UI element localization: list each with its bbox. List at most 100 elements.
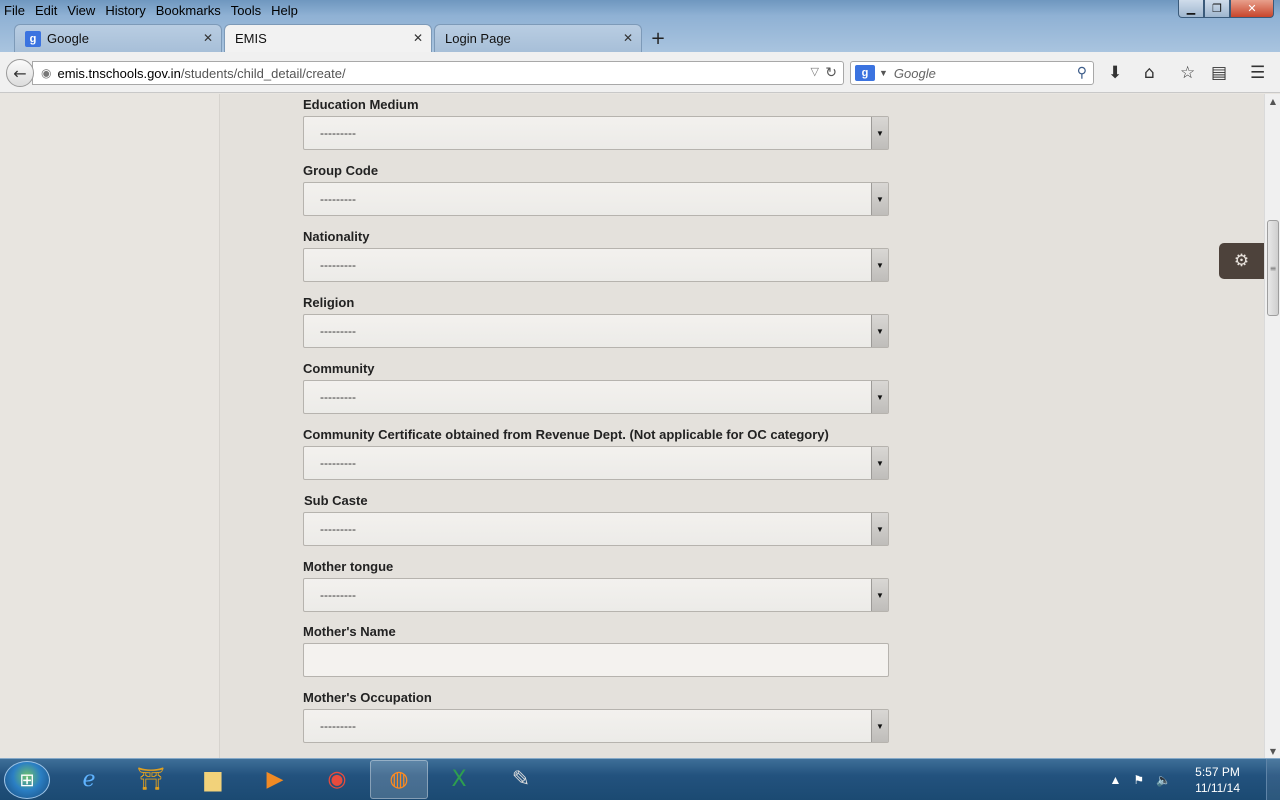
chevron-down-icon[interactable]: ▼ (871, 579, 888, 611)
clock[interactable]: 5:57 PM 11/11/14 (1195, 764, 1240, 796)
menu-edit[interactable]: Edit (35, 3, 57, 18)
chevron-down-icon[interactable]: ▼ (871, 447, 888, 479)
firefox-icon[interactable]: ◍ (370, 760, 428, 799)
hamburger-menu-icon[interactable]: ☰ (1250, 63, 1265, 83)
field-label: Nationality (303, 229, 370, 244)
chevron-down-icon[interactable]: ▼ (871, 710, 888, 742)
scrollbar-thumb[interactable]: ≡ (1267, 220, 1279, 316)
search-engine-icon[interactable]: g (855, 65, 875, 81)
volume-icon[interactable]: 🔈 (1156, 773, 1171, 787)
search-engine-dropdown-icon[interactable]: ▼ (879, 68, 888, 78)
tab-label: EMIS (235, 31, 267, 46)
religion-select[interactable]: --------- ▼ (303, 314, 889, 348)
field-education-medium: Education Medium --------- ▼ (303, 98, 889, 150)
scroll-down-icon[interactable]: ▼ (1265, 744, 1280, 758)
search-bar[interactable]: g ▼ Google ⚲ (850, 61, 1094, 85)
action-center-icon[interactable]: ⚑ (1133, 773, 1144, 787)
select-value: --------- (320, 522, 356, 536)
scroll-up-icon[interactable]: ▲ (1265, 94, 1280, 108)
google-favicon-icon: g (25, 30, 41, 47)
menu-help[interactable]: Help (271, 3, 298, 18)
url-path: /students/child_detail/create/ (180, 65, 346, 81)
show-desktop-button[interactable] (1266, 759, 1280, 800)
media-player-icon[interactable]: ▶ (246, 760, 304, 799)
site-identity-icon[interactable]: ◉ (41, 66, 51, 80)
chevron-down-icon[interactable]: ▼ (871, 381, 888, 413)
select-value: --------- (320, 192, 356, 206)
mother-tongue-select[interactable]: --------- ▼ (303, 578, 889, 612)
chevron-down-icon[interactable]: ▼ (871, 513, 888, 545)
chevron-down-icon[interactable]: ▼ (871, 183, 888, 215)
url-history-dropdown-icon[interactable]: ▽ (811, 65, 819, 78)
back-button[interactable]: ← (6, 59, 34, 87)
close-tab-icon[interactable]: ✕ (203, 31, 213, 45)
internet-explorer-icon[interactable]: ℯ (60, 760, 118, 799)
select-value: --------- (320, 324, 356, 338)
sub-caste-select[interactable]: --------- ▼ (303, 512, 889, 546)
search-icon[interactable]: ⚲ (1077, 64, 1087, 81)
system-tray: ▲ ⚑ 🔈 5:57 PM 11/11/14 (1103, 759, 1280, 800)
settings-button[interactable]: ⚙ (1219, 243, 1264, 279)
tab-login-page[interactable]: Login Page ✕ (434, 24, 642, 52)
bookmarks-menu-icon[interactable]: ▤ (1211, 63, 1227, 83)
reload-icon[interactable]: ↻ (825, 64, 837, 81)
group-code-select[interactable]: --------- ▼ (303, 182, 889, 216)
home-icon[interactable]: ⌂ (1144, 63, 1155, 83)
community-certificate-select[interactable]: --------- ▼ (303, 446, 889, 480)
windows-taskbar: ⊞ ℯ ⛩ ▆ ▶ ◉ ◍ X ✎ ▲ ⚑ 🔈 5:57 PM 11/11/14 (0, 758, 1280, 800)
tab-google[interactable]: g Google ✕ (14, 24, 222, 52)
minimize-button[interactable]: ▁ (1178, 0, 1204, 18)
menu-bookmarks[interactable]: Bookmarks (156, 3, 221, 18)
field-label: Community (303, 361, 375, 376)
field-label: Mother's Occupation (303, 690, 432, 705)
mothers-name-input[interactable] (303, 643, 889, 677)
url-domain: emis.tnschools.gov.in (57, 65, 181, 81)
tab-strip: g Google ✕ EMIS ✕ Login Page ✕ + (14, 24, 672, 52)
close-tab-icon[interactable]: ✕ (623, 31, 633, 45)
tn-emblem-icon[interactable]: ⛩ (122, 760, 180, 799)
menu-bar: File Edit View History Bookmarks Tools H… (0, 0, 308, 20)
chevron-down-icon[interactable]: ▼ (871, 249, 888, 281)
paint-icon[interactable]: ✎ (492, 760, 550, 799)
field-community-certificate: Community Certificate obtained from Reve… (303, 428, 889, 480)
nationality-select[interactable]: --------- ▼ (303, 248, 889, 282)
field-label: Community Certificate obtained from Reve… (303, 427, 829, 442)
bookmark-star-icon[interactable]: ☆ (1180, 63, 1195, 83)
chrome-icon[interactable]: ◉ (308, 760, 366, 799)
show-hidden-icons-icon[interactable]: ▲ (1109, 773, 1121, 787)
field-label: Sub Caste (304, 493, 368, 508)
tab-label: Login Page (445, 31, 511, 46)
field-sub-caste: Sub Caste --------- ▼ (303, 494, 889, 546)
chevron-down-icon[interactable]: ▼ (871, 315, 888, 347)
field-mother-tongue: Mother tongue --------- ▼ (303, 560, 889, 612)
field-label: Mother's Name (303, 624, 396, 639)
restore-button[interactable]: ❐ (1204, 0, 1230, 18)
close-tab-icon[interactable]: ✕ (413, 31, 423, 45)
gear-icon: ⚙ (1233, 251, 1250, 271)
close-window-button[interactable]: ✕ (1230, 0, 1274, 18)
field-group-code: Group Code --------- ▼ (303, 164, 889, 216)
vertical-scrollbar[interactable]: ▲ ≡ ▼ (1264, 94, 1280, 758)
menu-tools[interactable]: Tools (231, 3, 261, 18)
select-value: --------- (320, 126, 356, 140)
education-medium-select[interactable]: --------- ▼ (303, 116, 889, 150)
tab-emis[interactable]: EMIS ✕ (224, 24, 432, 52)
excel-icon[interactable]: X (430, 760, 488, 799)
url-bar[interactable]: ◉ emis.tnschools.gov.in/students/child_d… (32, 61, 844, 85)
mothers-occupation-select[interactable]: --------- ▼ (303, 709, 889, 743)
menu-file[interactable]: File (4, 3, 25, 18)
select-value: --------- (320, 390, 356, 404)
select-value: --------- (320, 588, 356, 602)
menu-view[interactable]: View (67, 3, 95, 18)
menu-history[interactable]: History (105, 3, 145, 18)
navigation-toolbar: ◉ emis.tnschools.gov.in/students/child_d… (0, 52, 1280, 93)
community-select[interactable]: --------- ▼ (303, 380, 889, 414)
start-button[interactable]: ⊞ (4, 761, 50, 799)
downloads-icon[interactable]: ⬇ (1108, 63, 1122, 83)
file-explorer-icon[interactable]: ▆ (184, 760, 242, 799)
tab-label: Google (47, 31, 89, 46)
select-value: --------- (320, 456, 356, 470)
new-tab-button[interactable]: + (644, 24, 672, 52)
field-label: Mother tongue (303, 559, 394, 574)
chevron-down-icon[interactable]: ▼ (871, 117, 888, 149)
